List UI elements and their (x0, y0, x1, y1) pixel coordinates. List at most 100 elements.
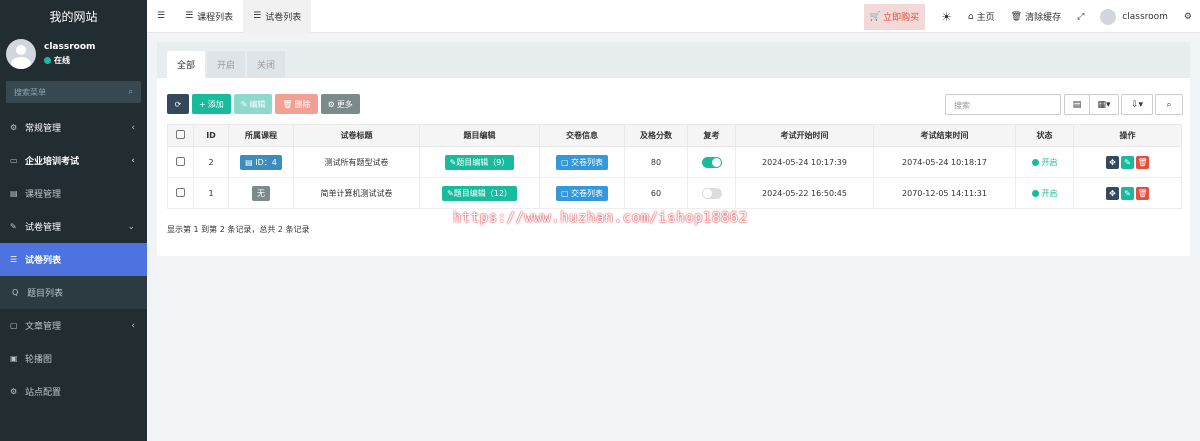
site-title[interactable]: 我的网站 (0, 0, 147, 33)
theme-toggle[interactable]: ☀ (933, 0, 960, 33)
col-title[interactable]: 试卷标题 (293, 124, 420, 147)
toggle-view-button[interactable]: ▤ (1064, 94, 1090, 115)
status-dot-icon (1031, 158, 1039, 166)
settings-button[interactable]: ⚙ (1176, 0, 1200, 33)
user-menu[interactable]: classroom (1092, 0, 1176, 33)
search-icon: ⌕ (1166, 99, 1172, 110)
edit-row-icon[interactable]: ✎ (1121, 186, 1134, 200)
col-end-time[interactable]: 考试结束时间 (873, 124, 1016, 147)
avatar (1100, 8, 1117, 25)
refresh-icon: ⟳ (174, 99, 182, 109)
edit-button[interactable]: ✎ 编辑 (233, 94, 273, 114)
home-link[interactable]: ⌂ 主页 (960, 0, 1003, 33)
sidebar-item-article[interactable]: ▢ 文章管理 ‹ (0, 309, 147, 342)
col-id[interactable]: ID (193, 124, 229, 147)
sidebar-item-site-config[interactable]: ⚙ 站点配置 (0, 375, 147, 408)
delete-button[interactable]: 🗑 删除 (275, 94, 318, 114)
cell-pass-score: 80 (624, 146, 688, 178)
columns-button[interactable]: ▦▾ (1089, 94, 1119, 115)
fullscreen-button[interactable]: ⤢ (1069, 0, 1092, 33)
chevron-left-icon: ‹ (131, 320, 135, 331)
drag-icon[interactable]: ✥ (1106, 155, 1119, 169)
edit-icon: ✎ (10, 222, 17, 231)
filter-tabs: 全部 开启 关闭 (157, 42, 1190, 78)
tab-course-list[interactable]: ☰ 课程列表 (175, 0, 243, 33)
user-panel: classroom 在线 (0, 33, 147, 75)
table-search-input[interactable]: 搜索 (945, 94, 1061, 115)
sidebar-item-exam-list[interactable]: ☰ 试卷列表 (0, 243, 147, 276)
submission-list-button[interactable]: ▢ 交卷列表 (555, 185, 609, 201)
col-status[interactable]: 状态 (1015, 124, 1074, 147)
question-edit-button[interactable]: ✎题目编辑（12） (442, 185, 517, 201)
file-icon: ▢ (10, 321, 18, 330)
cell-retake (687, 146, 736, 178)
trash-icon: 🗑 (282, 99, 293, 109)
download-icon: ⇩▾ (1130, 99, 1144, 110)
sidebar-item-question-list[interactable]: Q 题目列表 (0, 276, 147, 309)
select-all-checkbox[interactable] (167, 124, 194, 147)
table-row[interactable]: 2 ▤ ID：4 测试所有题型试卷 ✎题目编辑（9） ▢ 交卷列表 80 202… (167, 146, 1182, 178)
drag-icon[interactable]: ✥ (1106, 186, 1119, 200)
cell-actions: ✥ ✎ 🗑 (1073, 146, 1182, 178)
row-checkbox[interactable] (167, 177, 194, 209)
row-checkbox[interactable] (167, 146, 194, 178)
expand-icon: ⤢ (1077, 11, 1085, 22)
user-name: classroom (44, 42, 96, 52)
cell-start-time: 2024-05-24 10:17:39 (735, 146, 874, 178)
list-icon: ☰ (185, 11, 194, 21)
cell-pass-score: 60 (624, 177, 688, 209)
image-icon: ▣ (10, 354, 18, 363)
tab-disabled[interactable]: 关闭 (247, 51, 286, 78)
tab-exam-list[interactable]: ☰ 试卷列表 (243, 0, 312, 33)
sidebar-item-exam[interactable]: ✎ 试卷管理 ⌄ (0, 210, 147, 243)
cell-title: 测试所有题型试卷 (293, 146, 420, 178)
list-icon: ☰ (253, 11, 262, 21)
cell-end-time: 2074-05-24 10:18:17 (873, 146, 1016, 178)
buy-button[interactable]: 🛒 立即购买 (863, 3, 926, 30)
course-badge[interactable]: ▤ ID：4 (240, 154, 282, 170)
delete-row-icon[interactable]: 🗑 (1136, 155, 1149, 169)
clear-cache-button[interactable]: 🗑 清除缓存 (1003, 0, 1069, 33)
edit-row-icon[interactable]: ✎ (1121, 155, 1134, 169)
status-badge: 开启 (1031, 157, 1058, 168)
tab-enabled[interactable]: 开启 (207, 51, 246, 78)
sidebar-item-general[interactable]: ⚙ 常规管理 ‹ (0, 111, 147, 144)
table-row[interactable]: 1 无 简单计算机测试试卷 ✎题目编辑（12） ▢ 交卷列表 60 2024-0… (167, 177, 1182, 209)
online-dot-icon (44, 57, 51, 64)
col-start-time[interactable]: 考试开始时间 (735, 124, 874, 147)
question-edit-button[interactable]: ✎题目编辑（9） (444, 154, 515, 170)
submission-list-button[interactable]: ▢ 交卷列表 (555, 154, 609, 170)
gear-icon: ⚙ (327, 99, 335, 109)
retake-toggle[interactable] (701, 187, 722, 199)
sidebar-toggle[interactable]: ☰ (147, 0, 175, 33)
cell-question-edit: ✎题目编辑（12） (419, 177, 540, 209)
list-icon: ☰ (10, 255, 18, 264)
cell-title: 简单计算机测试试卷 (293, 177, 420, 209)
cell-course: ▤ ID：4 (228, 146, 294, 178)
sidebar: 我的网站 classroom 在线 搜索菜单 ⌕ ⚙ 常规管理 ‹ ▭ 企业培训考试 ‹ … (0, 0, 147, 441)
exam-table: ID 所属课程 试卷标题 题目编辑 交卷信息 及格分数 复考 考试开始时间 考试… (167, 124, 1182, 209)
sidebar-item-training[interactable]: ▭ 企业培训考试 ‹ (0, 144, 147, 177)
sidebar-item-course[interactable]: ▤ 课程管理 (0, 177, 147, 210)
refresh-button[interactable]: ⟳ (167, 94, 189, 114)
tab-all[interactable]: 全部 (167, 51, 206, 78)
book-icon: ▤ (245, 157, 256, 167)
course-badge: 无 (252, 185, 270, 201)
retake-toggle[interactable] (701, 156, 722, 168)
delete-row-icon[interactable]: 🗑 (1136, 186, 1149, 200)
add-button[interactable]: + 添加 (192, 94, 231, 114)
menu-search-input[interactable]: 搜索菜单 ⌕ (6, 81, 141, 103)
plus-icon: + (199, 99, 206, 109)
col-pass-score[interactable]: 及格分数 (624, 124, 688, 147)
home-icon: ⌂ (967, 11, 974, 22)
more-button[interactable]: ⚙ 更多 (320, 94, 360, 114)
col-submission: 交卷信息 (539, 124, 625, 147)
chevron-left-icon: ‹ (131, 122, 135, 133)
question-icon: Q (12, 288, 19, 297)
sidebar-item-carousel[interactable]: ▣ 轮播图 (0, 342, 147, 375)
cell-status: 开启 (1015, 146, 1074, 178)
export-button[interactable]: ⇩▾ (1121, 94, 1153, 115)
col-course[interactable]: 所属课程 (228, 124, 294, 147)
search-icon: ⌕ (128, 87, 133, 96)
advanced-search-button[interactable]: ⌕ (1155, 94, 1183, 115)
